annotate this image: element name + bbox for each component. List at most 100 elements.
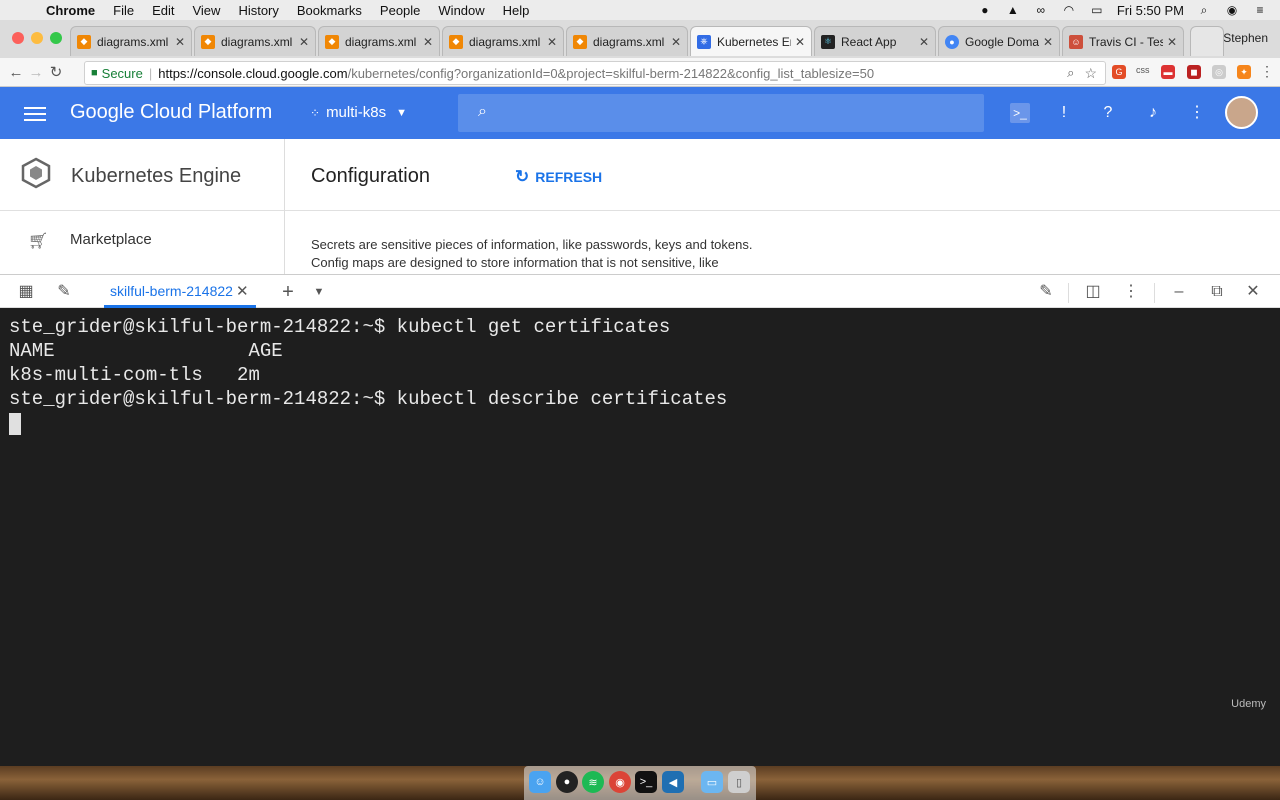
menu-app-chrome[interactable]: Chrome: [46, 3, 95, 18]
minimize-icon[interactable]: –: [1169, 282, 1189, 302]
menu-history[interactable]: History: [238, 3, 278, 18]
wifi-icon[interactable]: ◠: [1061, 3, 1077, 17]
browser-tab-active[interactable]: ⎈ Kubernetes En ✕: [690, 26, 812, 56]
chevron-down-icon[interactable]: ▼: [309, 282, 329, 302]
divider: [285, 210, 1280, 211]
tab-close-icon[interactable]: ✕: [919, 35, 929, 49]
browser-tab[interactable]: ◆ diagrams.xml - ✕: [442, 26, 564, 56]
browser-tab[interactable]: ◆ diagrams.xml - ✕: [194, 26, 316, 56]
gcp-header: Google Cloud Platform ⁘ multi-k8s ▼ ⌕ >_…: [0, 87, 1280, 139]
tab-close-icon[interactable]: ✕: [671, 35, 681, 49]
tab-label: diagrams.xml -: [593, 34, 667, 49]
extension-icon[interactable]: G: [1112, 65, 1126, 79]
menu-view[interactable]: View: [192, 3, 220, 18]
refresh-button[interactable]: ↻ REFRESH: [515, 167, 602, 187]
tab-label: Travis CI - Test: [1089, 34, 1163, 49]
window-zoom-button[interactable]: [50, 32, 62, 44]
wrench-icon[interactable]: ✎: [54, 282, 74, 302]
pencil-icon[interactable]: ✎: [1036, 282, 1056, 302]
tab-close-icon[interactable]: ✕: [423, 35, 433, 49]
help-icon[interactable]: ?: [1098, 103, 1118, 123]
open-new-window-icon[interactable]: ⧉: [1207, 282, 1227, 302]
terminal-cursor: [9, 413, 21, 435]
sidebar-item-marketplace[interactable]: Marketplace: [70, 231, 152, 248]
reload-icon[interactable]: ↻: [46, 63, 66, 81]
docker-icon[interactable]: ▲: [1005, 3, 1021, 17]
extension-icon[interactable]: ◼: [1187, 65, 1201, 79]
more-options-icon[interactable]: ⋮: [1121, 282, 1141, 302]
close-icon[interactable]: ✕: [1243, 282, 1263, 302]
bookmark-star-icon[interactable]: ☆: [1084, 65, 1097, 82]
secure-label: Secure: [101, 65, 143, 81]
menu-people[interactable]: People: [380, 3, 420, 18]
close-icon[interactable]: ✕: [236, 282, 249, 300]
profile-name[interactable]: Stephen: [1223, 31, 1268, 45]
notification-center-icon[interactable]: ≡: [1252, 3, 1268, 17]
divider: [0, 210, 284, 211]
menu-window[interactable]: Window: [438, 3, 484, 18]
keyboard-icon[interactable]: ▦: [16, 282, 36, 302]
omnibox[interactable]: ■ Secure | https://console.cloud.google.…: [84, 61, 1106, 85]
terminal[interactable]: ste_grider@skilful-berm-214822:~$ kubect…: [0, 308, 1280, 766]
kubernetes-icon: ⎈: [697, 34, 711, 49]
zoom-icon[interactable]: ⌕: [1067, 65, 1074, 81]
trash-icon[interactable]: ▯: [728, 771, 750, 793]
web-preview-icon[interactable]: ◫: [1083, 282, 1103, 302]
travis-icon: ☺: [1069, 34, 1083, 49]
menu-file[interactable]: File: [113, 3, 134, 18]
tab-close-icon[interactable]: ✕: [547, 35, 557, 49]
vscode-icon[interactable]: ◀: [662, 771, 684, 793]
menu-help[interactable]: Help: [503, 3, 530, 18]
window-minimize-button[interactable]: [31, 32, 43, 44]
tab-close-icon[interactable]: ✕: [1043, 35, 1053, 49]
folder-icon[interactable]: ▭: [701, 771, 723, 793]
lock-icon: ■: [91, 67, 98, 79]
battery-icon[interactable]: ▭: [1089, 3, 1105, 17]
obs-icon[interactable]: ●: [977, 3, 993, 17]
cloud-shell-icon[interactable]: >_: [1010, 103, 1030, 123]
browser-tab[interactable]: ☺ Travis CI - Test ✕: [1062, 26, 1184, 56]
chrome-menu-icon[interactable]: ⋮: [1260, 63, 1274, 80]
project-selector[interactable]: ⁘ multi-k8s ▼: [310, 104, 407, 121]
terminal-app-icon[interactable]: >_: [635, 771, 657, 793]
browser-tab[interactable]: ● Google Domain ✕: [938, 26, 1060, 56]
tab-close-icon[interactable]: ✕: [175, 35, 185, 49]
browser-tab[interactable]: ◆ diagrams.xml - ✕: [70, 26, 192, 56]
window-close-button[interactable]: [12, 32, 24, 44]
avatar[interactable]: [1225, 96, 1258, 129]
new-tab-button[interactable]: [1190, 26, 1224, 56]
hamburger-menu-icon[interactable]: [24, 103, 46, 125]
main-content: Configuration ↻ REFRESH Secrets are sens…: [285, 139, 1280, 274]
tab-close-icon[interactable]: ✕: [299, 35, 309, 49]
notifications-bell-icon[interactable]: ♪: [1143, 103, 1163, 123]
browser-tab[interactable]: ◆ diagrams.xml - ✕: [318, 26, 440, 56]
extension-icon[interactable]: ▬: [1161, 65, 1175, 79]
tab-close-icon[interactable]: ✕: [1167, 35, 1177, 49]
browser-tab[interactable]: ⚛ React App ✕: [814, 26, 936, 56]
spotlight-search-icon[interactable]: ⌕: [1196, 3, 1212, 17]
gcp-title[interactable]: Google Cloud Platform: [70, 101, 272, 124]
finder-icon[interactable]: ☺: [529, 771, 551, 793]
menubar-clock[interactable]: Fri 5:50 PM: [1117, 3, 1184, 18]
back-icon[interactable]: ←: [6, 64, 26, 81]
browser-tab-strip: ◆ diagrams.xml - ✕ ◆ diagrams.xml - ✕ ◆ …: [0, 20, 1280, 58]
feedback-icon[interactable]: !: [1054, 103, 1074, 123]
siri-icon[interactable]: ◉: [1224, 3, 1240, 17]
forward-icon[interactable]: →: [26, 64, 46, 81]
menu-edit[interactable]: Edit: [152, 3, 174, 18]
browser-tab[interactable]: ◆ diagrams.xml - ✕: [566, 26, 688, 56]
extension-icon[interactable]: ✦: [1237, 65, 1251, 79]
tab-shell-session[interactable]: skilful-berm-214822: [110, 283, 233, 299]
menu-bookmarks[interactable]: Bookmarks: [297, 3, 362, 18]
extension-icon[interactable]: ◎: [1212, 65, 1226, 79]
more-options-icon[interactable]: ⋮: [1187, 103, 1207, 123]
search-input[interactable]: ⌕: [458, 94, 984, 132]
description-line: Config maps are designed to store inform…: [311, 255, 719, 270]
css-extension-icon[interactable]: css: [1136, 65, 1150, 75]
obs-icon[interactable]: ●: [556, 771, 578, 793]
add-tab-icon[interactable]: +: [278, 282, 298, 302]
glasses-icon[interactable]: ∞: [1033, 3, 1049, 17]
tab-close-icon[interactable]: ✕: [795, 35, 805, 49]
spotify-icon[interactable]: ≋: [582, 771, 604, 793]
chrome-icon[interactable]: ◉: [609, 771, 631, 793]
